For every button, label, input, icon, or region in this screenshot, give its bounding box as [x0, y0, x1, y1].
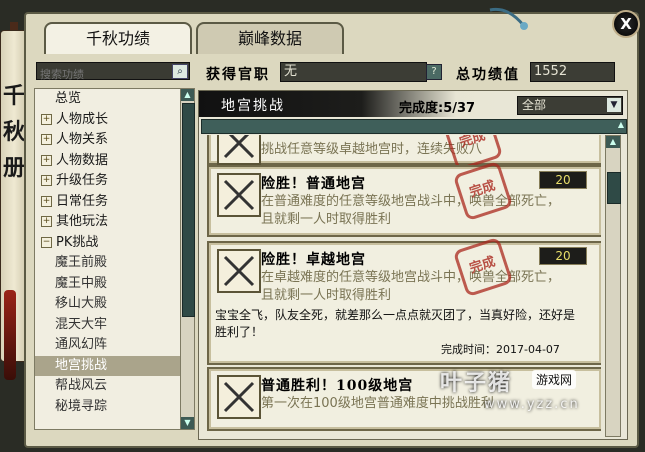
title-label: 获得官职	[206, 67, 270, 83]
expand-icon[interactable]: +	[41, 113, 52, 125]
sidebar-item-relations[interactable]: + 人物关系	[35, 130, 181, 151]
sidebar-subitem[interactable]: 混天大牢	[35, 315, 181, 336]
achievement-card[interactable]: 挑战任意等级卓越地宫时，连续失败八 完成	[207, 135, 601, 172]
expand-icon[interactable]: +	[41, 195, 52, 207]
achievement-card[interactable]: 险胜！普通地宫 在普通难度的任意等级地宫战斗中，唤兽全部死亡，且就剩一人时取得胜…	[207, 160, 601, 237]
crossed-swords-icon	[217, 375, 261, 419]
filter-dropdown[interactable]: 全部 ▼	[517, 96, 623, 115]
section-title: 地宫挑战	[221, 98, 285, 114]
sidebar-item-pk[interactable]: − PK挑战	[35, 233, 181, 254]
watermark-url: www.yzz.cn	[484, 397, 580, 412]
watermark-logo: 叶子猪	[440, 371, 513, 396]
site-watermark: 叶子猪 游戏网 www.yzz.cn	[440, 365, 615, 415]
title-value: 无	[280, 62, 427, 82]
achievement-title: 普通胜利！100级地宫	[261, 378, 414, 394]
expand-icon[interactable]: +	[41, 175, 52, 186]
filter-value: 全部	[522, 98, 547, 112]
tab-peak-data[interactable]: 巅峰数据	[196, 22, 344, 54]
sidebar-item-label: PK挑战	[56, 234, 99, 250]
sidebar-item-growth[interactable]: + 人物成长	[35, 110, 181, 131]
sidebar-subitem[interactable]: 魔王中殿	[35, 274, 181, 295]
sidebar-scrollbar[interactable]: ▲ ▼	[180, 88, 195, 430]
scroll-thumb[interactable]	[182, 103, 195, 317]
achievement-title: 险胜！卓越地宫	[261, 252, 366, 268]
scroll-thumb[interactable]	[607, 172, 621, 204]
feather-ornament-icon	[489, 7, 528, 30]
collapse-icon[interactable]: −	[41, 236, 52, 248]
sidebar-item-label: 日常任务	[56, 193, 109, 209]
sidebar-item-other[interactable]: + 其他玩法	[35, 212, 181, 233]
red-tassel	[4, 290, 16, 380]
sidebar-item-overview[interactable]: 总览	[35, 89, 181, 110]
sidebar-item-upgrade-quests[interactable]: + 升级任务	[35, 171, 181, 192]
score-value: 1552	[530, 62, 615, 82]
scroll-up-icon[interactable]: ▲	[181, 89, 194, 101]
score-label: 总功绩值	[456, 67, 520, 83]
search-icon[interactable]: ⌕	[172, 64, 188, 79]
search-input[interactable]	[37, 66, 173, 83]
points-badge: 20	[539, 171, 587, 189]
points-badge: 20	[539, 247, 587, 265]
expand-icon[interactable]: +	[41, 216, 52, 227]
search-bar: ⌕	[36, 62, 190, 83]
sidebar-subitem[interactable]: 通风幻阵	[35, 335, 181, 356]
chevron-down-icon[interactable]: ▼	[607, 98, 621, 112]
sidebar-subitem[interactable]: 秘境寻踪	[35, 397, 181, 418]
sidebar-item-label: 其他玩法	[56, 214, 109, 229]
scroll-up-icon[interactable]: ▲	[618, 120, 624, 129]
completion-progress: 完成度:5/37	[399, 101, 476, 116]
sidebar-item-daily-quests[interactable]: + 日常任务	[35, 192, 181, 213]
achievement-desc: 在卓越难度的任意等级地宫战斗中，唤兽全部死亡，且就剩一人时取得胜利	[261, 270, 561, 303]
help-icon[interactable]: ?	[426, 64, 442, 80]
sidebar-subitem[interactable]: 移山大殿	[35, 294, 181, 315]
sidebar-subitem[interactable]: 魔王前殿	[35, 253, 181, 274]
list-top-bar: ▲	[201, 119, 627, 134]
close-button[interactable]: X	[612, 10, 640, 38]
expand-icon[interactable]: +	[41, 134, 52, 145]
crossed-swords-icon	[217, 135, 261, 165]
achievement-card[interactable]: 险胜！卓越地宫 在卓越难度的任意等级地宫战斗中，唤兽全部死亡，且就剩一人时取得胜…	[207, 236, 601, 365]
sidebar-item-label: 升级任务	[56, 173, 109, 188]
sidebar-item-label: 人物成长	[56, 111, 109, 127]
sidebar-subitem[interactable]: 帮战风云	[35, 376, 181, 397]
scroll-up-icon[interactable]: ▲	[606, 136, 620, 148]
sidebar-subitem-selected[interactable]: 地宫挑战	[35, 355, 181, 376]
crossed-swords-icon	[217, 173, 261, 217]
achievement-title: 险胜！普通地宫	[261, 176, 366, 192]
achievement-desc: 在普通难度的任意等级地宫战斗中，唤兽全部死亡，且就剩一人时取得胜利	[261, 194, 561, 227]
achievement-desc: 挑战任意等级卓越地宫时，连续失败八	[261, 142, 483, 157]
completion-date: 完成时间：2017-04-07	[441, 343, 560, 356]
game-window: 千 秋 册 千秋功绩 巅峰数据 ⌕ 获得官职 无 ? 总功绩值 1552 总览 …	[0, 0, 645, 452]
expand-icon[interactable]: +	[41, 154, 52, 166]
sidebar-item-data[interactable]: + 人物数据	[35, 151, 181, 172]
sidebar-item-label: 人物数据	[56, 152, 109, 168]
sidebar-item-label: 人物关系	[56, 132, 109, 147]
watermark-badge: 游戏网	[532, 370, 577, 389]
scroll-down-icon[interactable]: ▼	[181, 417, 194, 429]
crossed-swords-icon	[217, 249, 261, 293]
sidebar-item-label: 总览	[55, 91, 82, 106]
achievement-note: 宝宝全飞，队友全死，就差那么一点点就灭团了，当真好险，还好是胜利了！	[215, 308, 576, 339]
tab-achievements[interactable]: 千秋功绩	[44, 22, 192, 54]
category-sidebar: 总览 + 人物成长 + 人物关系 + 人物数据 + 升级任务 + 日常任务 + 其他玩法 −…	[34, 88, 182, 430]
